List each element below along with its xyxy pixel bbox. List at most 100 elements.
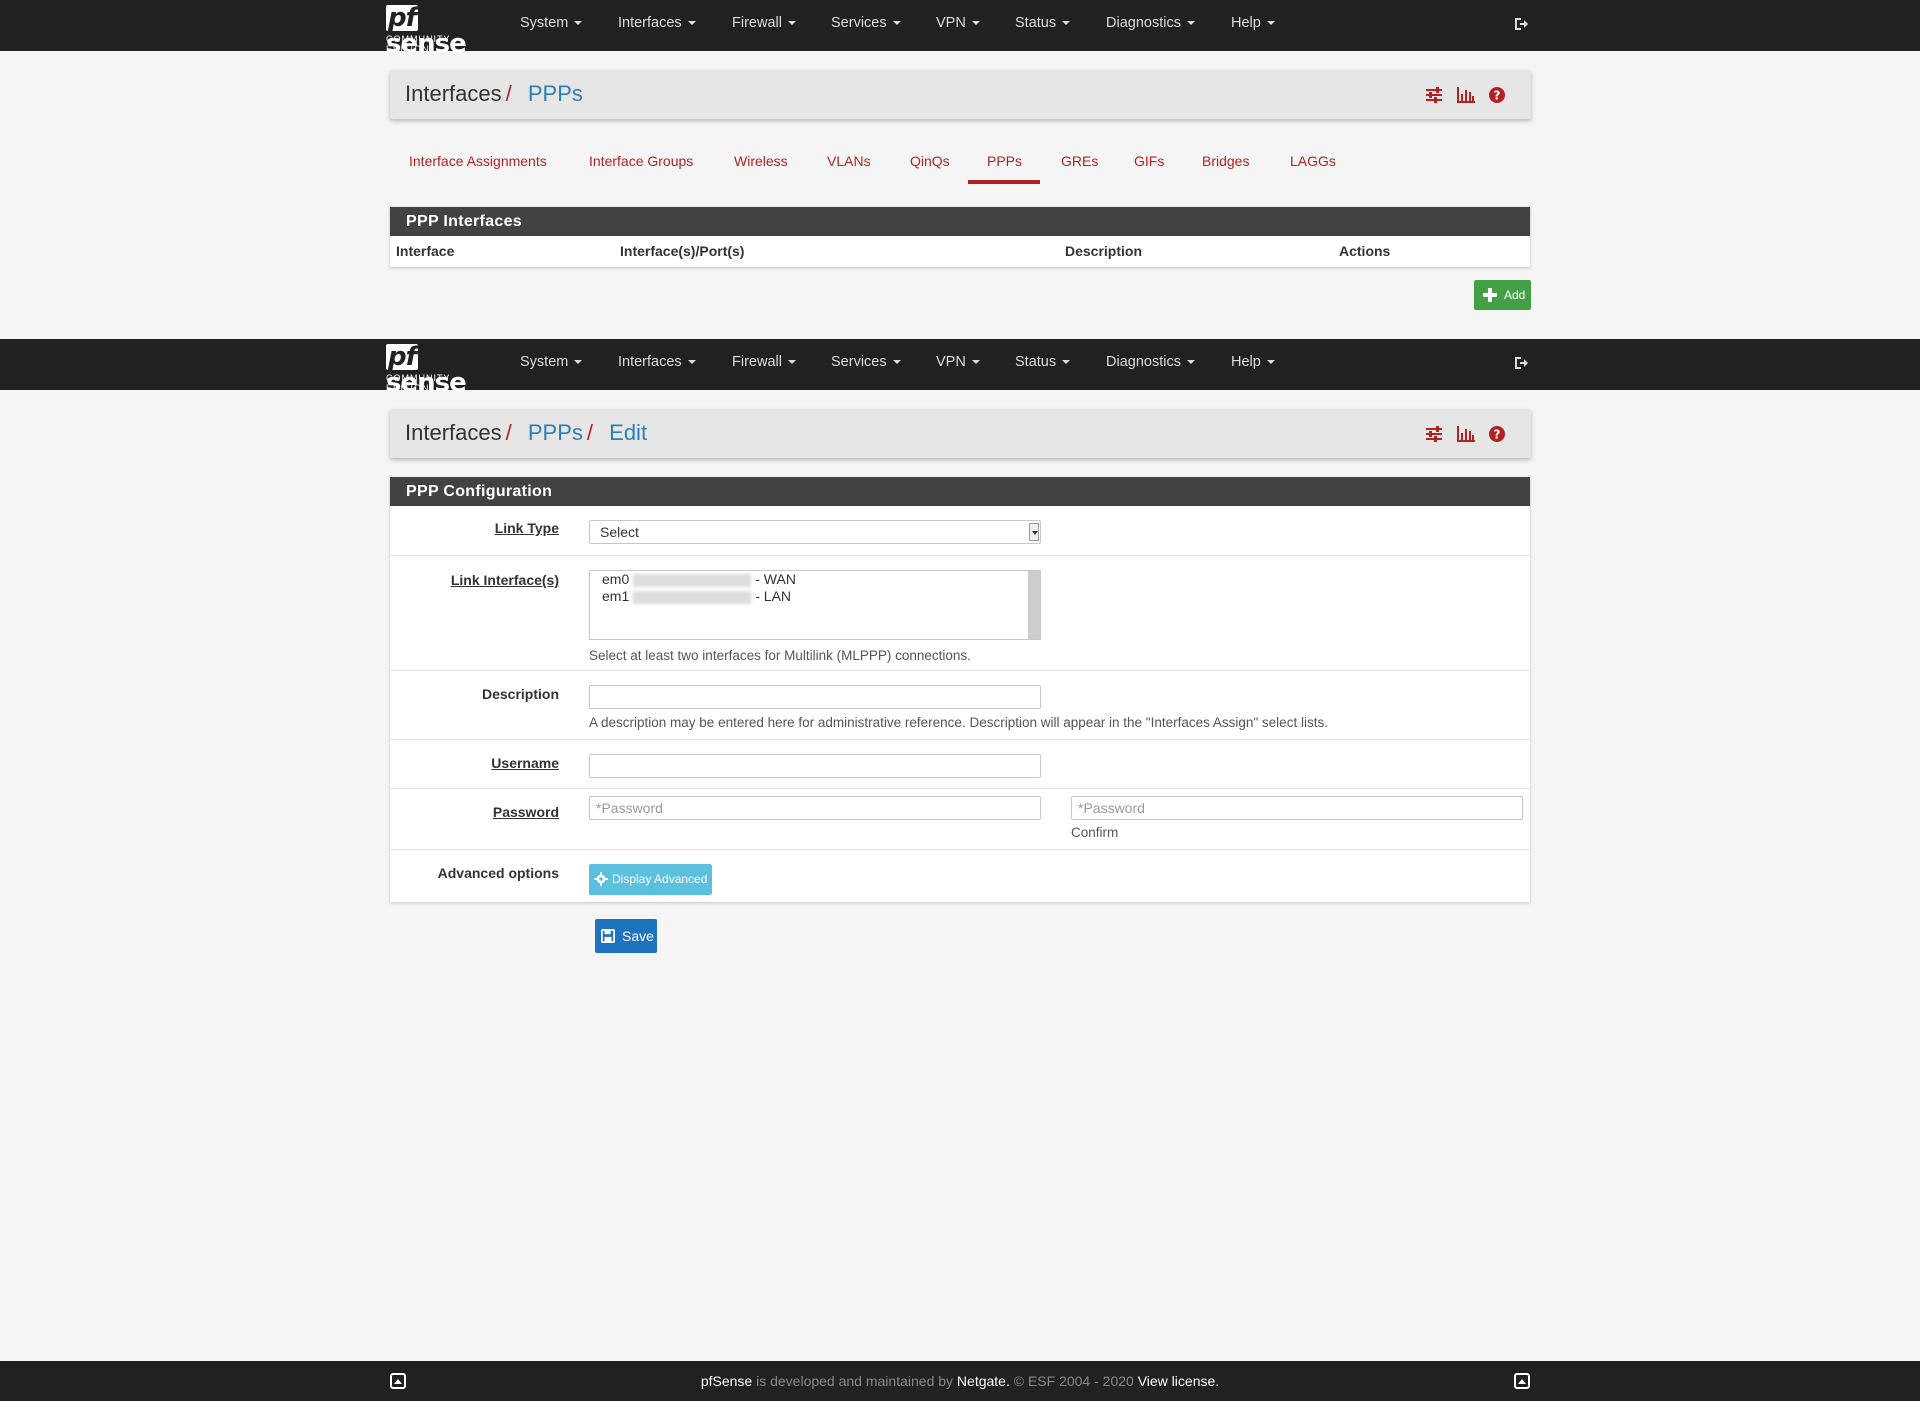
add-button[interactable]: Add (1474, 280, 1531, 310)
display-advanced-button[interactable]: Display Advanced (589, 864, 712, 895)
footer-text: pfSense is developed and maintained by N… (700, 1373, 1220, 1389)
description-label: Description (481, 686, 559, 702)
ppp-interfaces-panel: PPP Interfaces Interface Interface(s)/Po… (390, 207, 1530, 267)
nav-interfaces[interactable]: Interfaces (618, 0, 696, 51)
bar-chart-icon[interactable] (1457, 87, 1476, 103)
logout-icon[interactable] (1513, 355, 1529, 371)
tab-gres[interactable]: GREs (1061, 153, 1098, 169)
nav-services[interactable]: Services (831, 0, 901, 51)
nav-diagnostics[interactable]: Diagnostics (1106, 339, 1195, 390)
password-row: Password *Password *Password Confirm (390, 788, 1530, 849)
top-navbar: pfsense COMMUNITY EDITION System Interfa… (0, 0, 1920, 57)
tab-interface-assignments[interactable]: Interface Assignments (409, 153, 547, 169)
view-license-link[interactable]: View license. (1138, 1373, 1219, 1389)
footer-brand: pfSense (700, 1373, 753, 1389)
caret-down-icon (971, 360, 980, 365)
nav-diagnostics[interactable]: Diagnostics (1106, 0, 1195, 51)
tab-bridges[interactable]: Bridges (1202, 153, 1249, 169)
column-header-ports: Interface(s)/Port(s) (620, 243, 745, 259)
nav-status[interactable]: Status (1015, 0, 1071, 51)
logo-subtitle: COMMUNITY EDITION (386, 373, 451, 393)
breadcrumb-root: Interfaces (405, 81, 502, 106)
caret-down-icon (687, 21, 696, 26)
nav-status[interactable]: Status (1015, 339, 1071, 390)
link-interfaces-listbox[interactable]: em0- WAN em1- LAN (589, 570, 1041, 640)
bar-chart-icon[interactable] (1457, 426, 1476, 442)
save-button[interactable]: Save (595, 919, 657, 953)
redacted-mac (633, 573, 752, 587)
link-type-row: Link Type Select (390, 506, 1530, 555)
nav-interfaces[interactable]: Interfaces (618, 339, 696, 390)
link-type-select[interactable]: Select (589, 520, 1041, 544)
ppp-configuration-panel: PPP Configuration Link Type Select Link … (390, 477, 1530, 902)
nav-firewall[interactable]: Firewall (732, 0, 796, 51)
tab-qinqs[interactable]: QinQs (910, 153, 950, 169)
nav-services[interactable]: Services (831, 339, 901, 390)
caret-down-icon (787, 21, 796, 26)
panel-title: PPP Interfaces (390, 207, 1530, 236)
select-arrow-icon (1029, 523, 1039, 541)
floppy-disk-icon (601, 929, 615, 943)
redacted-mac (633, 590, 752, 604)
nav-vpn[interactable]: VPN (936, 0, 980, 51)
link-interfaces-row: Link Interface(s) em0- WAN em1- LAN Sele… (390, 555, 1530, 670)
netgate-link[interactable]: Netgate. (957, 1373, 1010, 1389)
caret-down-icon (1186, 360, 1195, 365)
tab-vlans[interactable]: VLANs (827, 153, 871, 169)
password-confirm-label: Confirm (1071, 825, 1119, 840)
breadcrumb-root: Interfaces (405, 420, 502, 445)
advanced-options-label: Advanced options (437, 865, 559, 881)
breadcrumb-current[interactable]: PPPs (528, 81, 583, 106)
sliders-icon[interactable] (1425, 426, 1443, 442)
nav-help[interactable]: Help (1231, 0, 1275, 51)
breadcrumb-ppps-link[interactable]: PPPs (528, 420, 583, 445)
logo-pf: pf (386, 3, 418, 33)
help-icon[interactable]: ? (1489, 426, 1507, 442)
caret-down-icon (1062, 21, 1071, 26)
breadcrumb-separator: / (505, 81, 512, 106)
caret-down-icon (1266, 360, 1275, 365)
panel-title: PPP Configuration (390, 477, 1530, 506)
pfsense-logo[interactable]: pfsense COMMUNITY EDITION (384, 342, 494, 396)
logo-pf: pf (386, 342, 418, 372)
tab-wireless[interactable]: Wireless (734, 153, 788, 169)
caret-down-icon (574, 21, 583, 26)
logout-icon[interactable] (1513, 16, 1529, 32)
username-input[interactable] (589, 754, 1041, 778)
footer: pfSense is developed and maintained by N… (0, 1361, 1920, 1401)
description-input[interactable] (589, 685, 1041, 709)
breadcrumb-current[interactable]: Edit (609, 420, 647, 445)
tab-laggs[interactable]: LAGGs (1290, 153, 1336, 169)
tab-ppps[interactable]: PPPs (987, 153, 1022, 169)
scroll-top-icon[interactable] (1514, 1373, 1530, 1389)
caret-down-icon (1062, 360, 1071, 365)
tab-gifs[interactable]: GIFs (1134, 153, 1164, 169)
link-interfaces-help: Select at least two interfaces for Multi… (589, 648, 971, 663)
password-confirm-input[interactable]: *Password (1071, 796, 1523, 820)
listbox-scrollbar[interactable] (1028, 571, 1040, 639)
interface-option-em1[interactable]: em1- LAN (602, 588, 791, 605)
nav-system[interactable]: System (520, 339, 583, 390)
plus-icon (1483, 288, 1497, 302)
sliders-icon[interactable] (1425, 87, 1443, 103)
pfsense-logo[interactable]: pfsense COMMUNITY EDITION (384, 3, 494, 57)
tab-interface-groups[interactable]: Interface Groups (589, 153, 693, 169)
password-input[interactable]: *Password (589, 796, 1041, 820)
breadcrumb-separator: / (586, 420, 594, 445)
caret-down-icon (574, 360, 583, 365)
breadcrumb-panel: Interfaces / PPPs ? (390, 70, 1531, 119)
caret-down-icon (687, 360, 696, 365)
help-icon[interactable]: ? (1489, 87, 1507, 103)
caret-down-icon (971, 21, 980, 26)
breadcrumb-panel-edit: Interfaces / PPPs / Edit ? (390, 409, 1531, 458)
password-label: Password (492, 804, 559, 820)
nav-vpn[interactable]: VPN (936, 339, 980, 390)
username-label: Username (491, 755, 559, 771)
nav-system[interactable]: System (520, 0, 583, 51)
caret-down-icon (892, 360, 901, 365)
interface-option-em0[interactable]: em0- WAN (602, 571, 796, 588)
breadcrumb: Interfaces / PPPs (405, 81, 583, 107)
caret-down-icon (787, 360, 796, 365)
nav-firewall[interactable]: Firewall (732, 339, 796, 390)
nav-help[interactable]: Help (1231, 339, 1275, 390)
